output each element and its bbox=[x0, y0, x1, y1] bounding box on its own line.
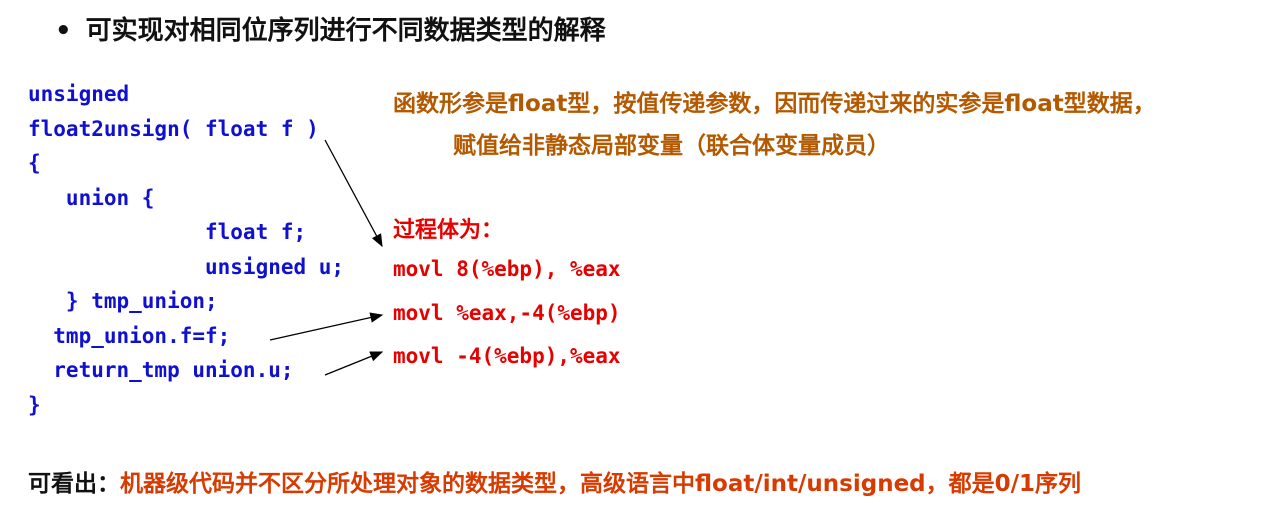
arrows bbox=[269, 139, 384, 376]
conclusion: 可看出：机器级代码并不区分所处理对象的数据类型，高级语言中float/int/u… bbox=[28, 464, 1081, 498]
arrow-param bbox=[324, 139, 383, 248]
conclusion-label: 可看出： bbox=[28, 471, 120, 497]
arrow-assign bbox=[269, 312, 384, 341]
arrow-return bbox=[324, 351, 384, 376]
conclusion-text: 机器级代码并不区分所处理对象的数据类型，高级语言中float/int/unsig… bbox=[120, 471, 1082, 497]
